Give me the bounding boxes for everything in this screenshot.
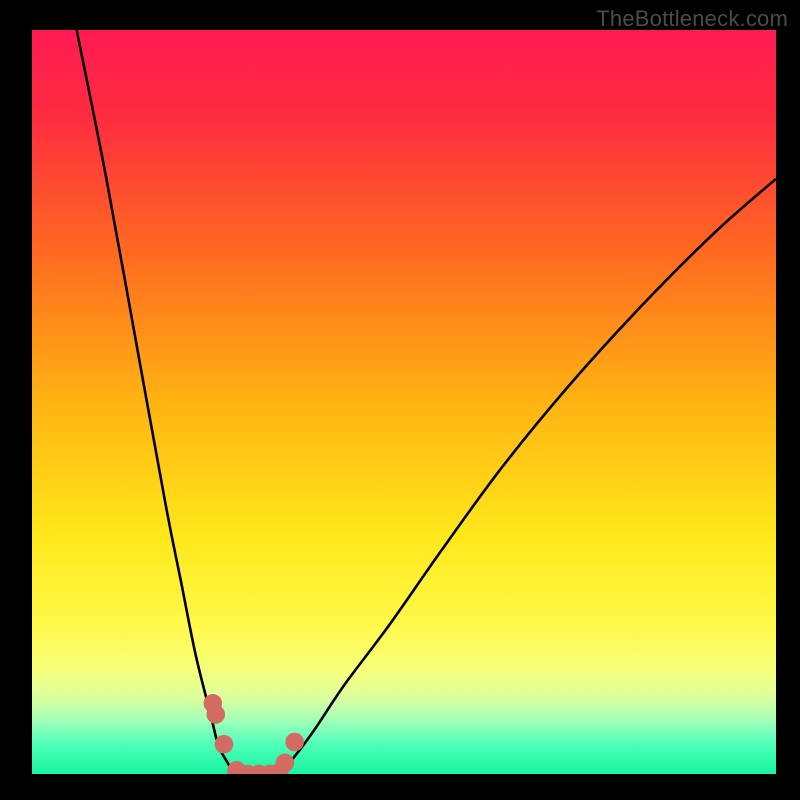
plot-area	[32, 30, 776, 774]
outer-frame: TheBottleneck.com	[0, 0, 800, 800]
marker-dot	[206, 705, 225, 724]
curve-left-branch	[77, 30, 241, 774]
chart-canvas	[32, 30, 776, 774]
marker-dot	[276, 754, 295, 773]
marker-dot	[285, 733, 304, 752]
watermark-text: TheBottleneck.com	[596, 6, 788, 32]
curve-right-branch	[278, 179, 776, 774]
marker-dot	[215, 735, 234, 754]
marker-group	[203, 694, 303, 774]
